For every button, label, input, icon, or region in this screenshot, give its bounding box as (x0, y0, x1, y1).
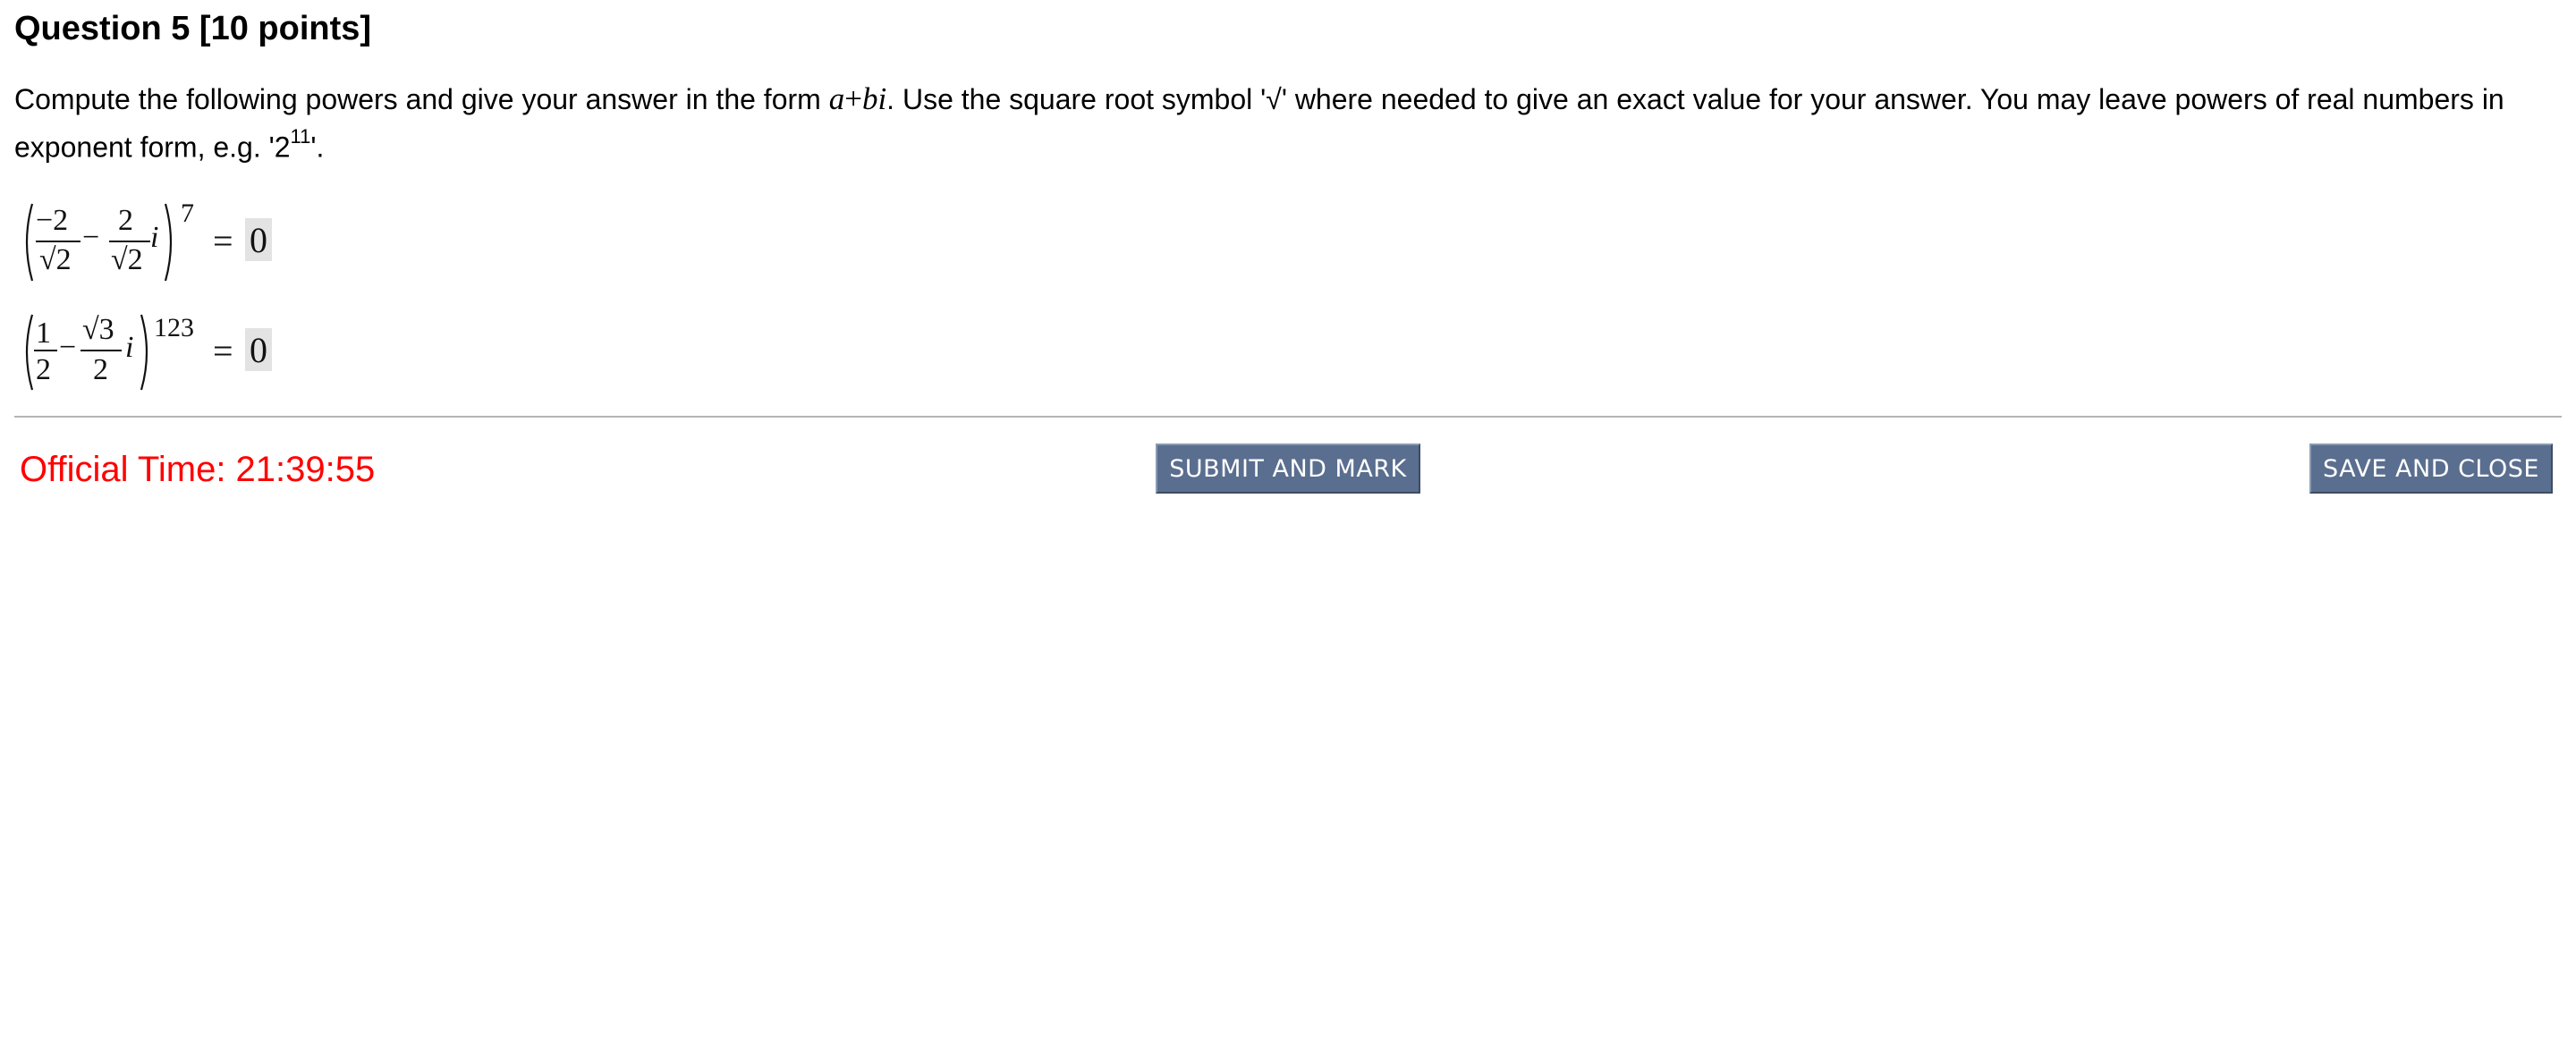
problem-2-term1-numerator: 1 (36, 317, 51, 350)
save-and-close-button[interactable]: SAVE AND CLOSE (2309, 444, 2553, 494)
problem-2-operator: − (59, 331, 77, 364)
form-variable-bi: bi (861, 81, 887, 116)
form-variable-a: a (828, 81, 845, 116)
problem-2-term1-denominator: 2 (36, 353, 51, 386)
problem-2-term2-numerator: √3 (82, 313, 114, 346)
divider (14, 416, 2562, 418)
submit-and-mark-button[interactable]: SUBMIT AND MARK (1156, 444, 1420, 494)
right-paren (140, 313, 154, 392)
problem-2-answer-input[interactable]: 0 (245, 328, 272, 371)
fraction-bar (80, 350, 122, 351)
problem-2-equals: = (213, 331, 233, 371)
problem-2-exponent: 123 (154, 313, 194, 342)
official-time: Official Time: 21:39:55 (20, 450, 376, 489)
problem-2-imaginary-unit: i (125, 331, 134, 364)
problem-2-expression: 1 2 − √3 2 i 123 (0, 0, 358, 402)
left-paren (20, 313, 34, 392)
fraction-bar (34, 350, 57, 351)
form-plus: + (844, 81, 862, 116)
problem-2-term2-denominator: 2 (93, 353, 108, 386)
question-instructions: Compute the following powers and give yo… (14, 79, 2555, 168)
